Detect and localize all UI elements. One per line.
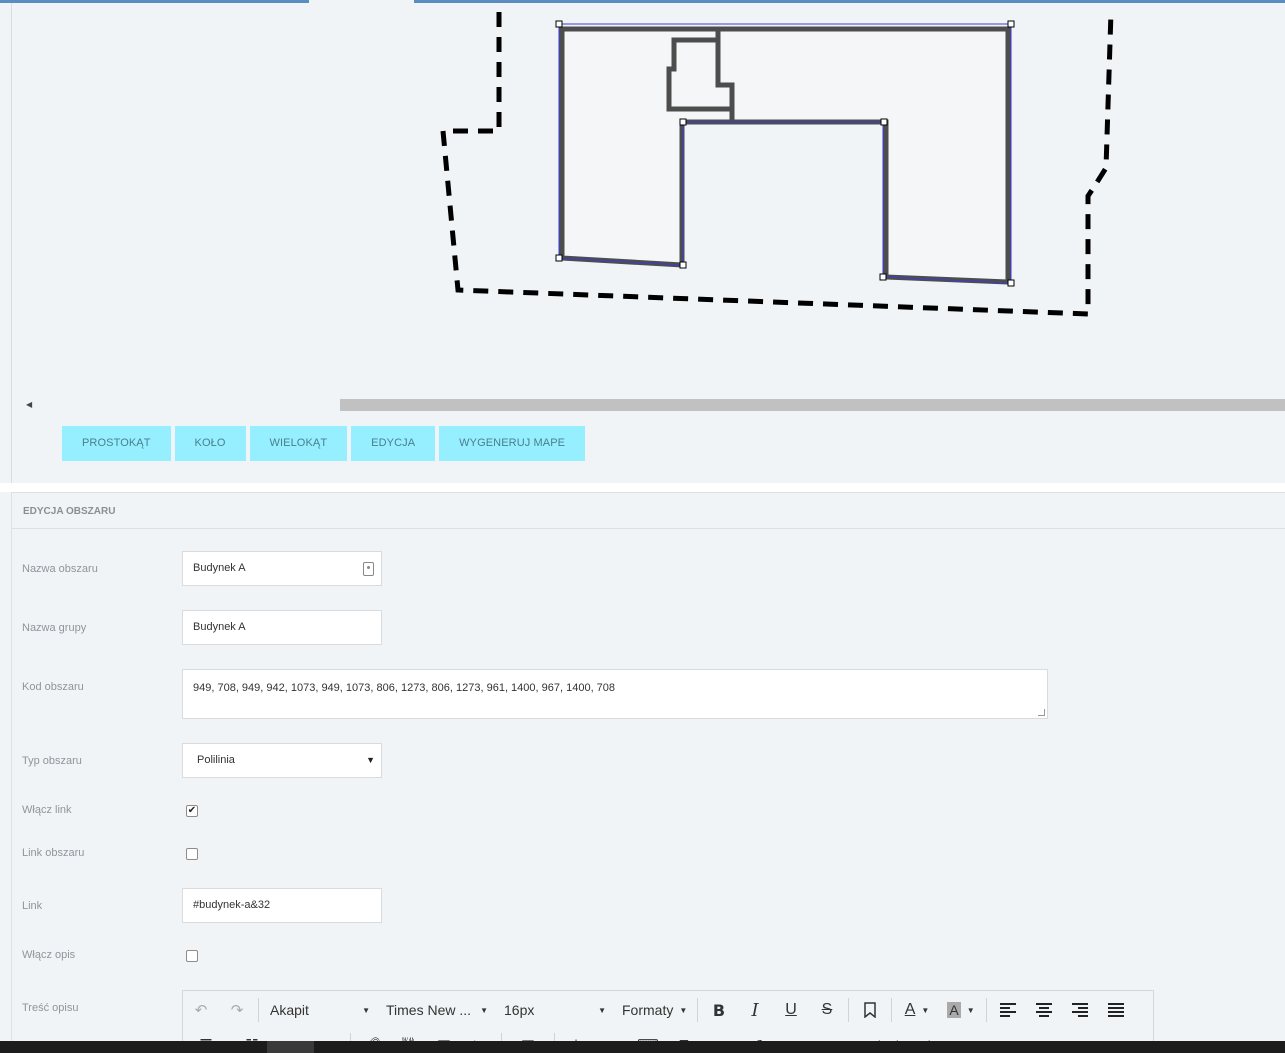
vertex-handle[interactable]: [679, 261, 687, 269]
area-code-label: Kod obszaru: [22, 681, 84, 693]
chevron-down-icon: ▼: [679, 1005, 688, 1015]
form-left-border: [11, 529, 12, 1053]
enable-description-label: Włącz opis: [22, 949, 76, 961]
dropdown-caret-icon: ▼: [366, 755, 375, 765]
bold-icon[interactable]: B: [701, 995, 737, 1025]
section-title: EDYCJA OBSZARU: [23, 506, 116, 517]
area-name-value: Budynek A: [193, 562, 246, 574]
chevron-down-icon: ▼: [921, 1005, 930, 1015]
area-name-input[interactable]: Budynek A: [182, 551, 382, 586]
enable-description-checkbox[interactable]: [186, 950, 198, 962]
area-code-textarea[interactable]: 949, 708, 949, 942, 1073, 949, 1073, 806…: [182, 669, 1048, 719]
vertex-handle[interactable]: [879, 273, 887, 281]
link-label: Link: [22, 900, 43, 912]
chevron-down-icon: ▼: [362, 1005, 370, 1015]
editor-toolbar-row-1: ↶ ↷ Akapit ▼ Times New ... ▼ 16px ▼ Formaty…: [183, 992, 1134, 1028]
block-format-dropdown[interactable]: Akapit ▼: [262, 995, 378, 1025]
vertex-handle[interactable]: [555, 254, 563, 262]
text-color-glyph: A: [904, 1001, 916, 1018]
italic-icon[interactable]: I: [737, 995, 773, 1025]
group-name-value: Budynek A: [193, 621, 246, 633]
background-color-icon[interactable]: A ▼: [939, 995, 983, 1025]
scrollbar-thumb[interactable]: [340, 399, 1285, 411]
font-size-value: 16px: [504, 1002, 535, 1018]
resize-handle-icon[interactable]: [1038, 709, 1045, 716]
formats-dropdown[interactable]: Formaty ▼: [614, 995, 694, 1025]
map-drawing[interactable]: [0, 3, 1285, 393]
font-family-dropdown[interactable]: Times New ... ▼: [378, 995, 496, 1025]
vertex-handle[interactable]: [880, 118, 888, 126]
contact-card-icon[interactable]: [363, 562, 374, 576]
align-left-icon[interactable]: [990, 995, 1026, 1025]
scroll-left-arrow-icon[interactable]: ◀: [26, 401, 32, 409]
polygon-tool-button[interactable]: WIELOKĄT: [249, 426, 348, 461]
chevron-down-icon: ▼: [598, 1005, 606, 1015]
area-name-label: Nazwa obszaru: [22, 563, 98, 575]
canvas-horizontal-scrollbar[interactable]: ◀: [22, 399, 1285, 411]
chevron-down-icon: ▼: [966, 1005, 975, 1015]
area-type-select[interactable]: Polilinia ▼: [182, 743, 382, 778]
enable-link-label: Włącz link: [22, 804, 72, 816]
generate-map-button[interactable]: WYGENERUJ MAPE: [439, 426, 586, 461]
group-name-input[interactable]: Budynek A: [182, 610, 382, 645]
circle-tool-button[interactable]: KOŁO: [174, 426, 246, 461]
chevron-down-icon: ▼: [480, 1005, 488, 1015]
drawing-tools: PROSTOKĄT KOŁO WIELOKĄT EDYCJA WYGENERUJ…: [62, 426, 586, 461]
section-divider: [0, 483, 1285, 492]
link-input[interactable]: #budynek-a&32: [182, 888, 382, 923]
map-editor-canvas[interactable]: [0, 3, 1285, 393]
description-content-label: Treść opisu: [22, 1002, 79, 1014]
area-edit-header: EDYCJA OBSZARU: [11, 492, 1285, 529]
font-family-value: Times New ...: [386, 1002, 472, 1018]
edit-tool-button[interactable]: EDYCJA: [351, 426, 436, 461]
building-shape[interactable]: [559, 26, 1011, 285]
vertex-handle[interactable]: [1007, 279, 1015, 287]
area-type-value: Polilinia: [197, 754, 235, 766]
area-link-label: Link obszaru: [22, 847, 85, 859]
bookmark-icon[interactable]: [852, 995, 888, 1025]
align-center-icon[interactable]: [1026, 995, 1062, 1025]
font-size-dropdown[interactable]: 16px ▼: [496, 995, 614, 1025]
area-type-label: Typ obszaru: [22, 755, 82, 767]
vertex-handle[interactable]: [679, 118, 687, 126]
bg-color-glyph: A: [947, 1002, 961, 1018]
taskbar-active-app[interactable]: [267, 1041, 314, 1053]
align-justify-icon[interactable]: [1098, 995, 1134, 1025]
undo-icon[interactable]: ↶: [183, 995, 219, 1025]
vertex-handle[interactable]: [1007, 20, 1015, 28]
enable-link-checkbox[interactable]: ✔: [186, 805, 198, 817]
strikethrough-icon[interactable]: S: [809, 995, 845, 1025]
block-format-value: Akapit: [270, 1002, 309, 1018]
os-taskbar: [0, 1041, 1285, 1053]
redo-icon[interactable]: ↷: [219, 995, 255, 1025]
align-right-icon[interactable]: [1062, 995, 1098, 1025]
area-code-value: 949, 708, 949, 942, 1073, 949, 1073, 806…: [193, 682, 616, 694]
underline-icon[interactable]: U: [773, 995, 809, 1025]
formats-value: Formaty: [622, 1002, 674, 1018]
link-value: #budynek-a&32: [193, 899, 271, 911]
group-name-label: Nazwa grupy: [22, 622, 87, 634]
rectangle-tool-button[interactable]: PROSTOKĄT: [62, 426, 171, 461]
area-link-checkbox[interactable]: [186, 848, 198, 860]
vertex-handle[interactable]: [555, 20, 563, 28]
text-color-icon[interactable]: A ▼: [895, 995, 939, 1025]
